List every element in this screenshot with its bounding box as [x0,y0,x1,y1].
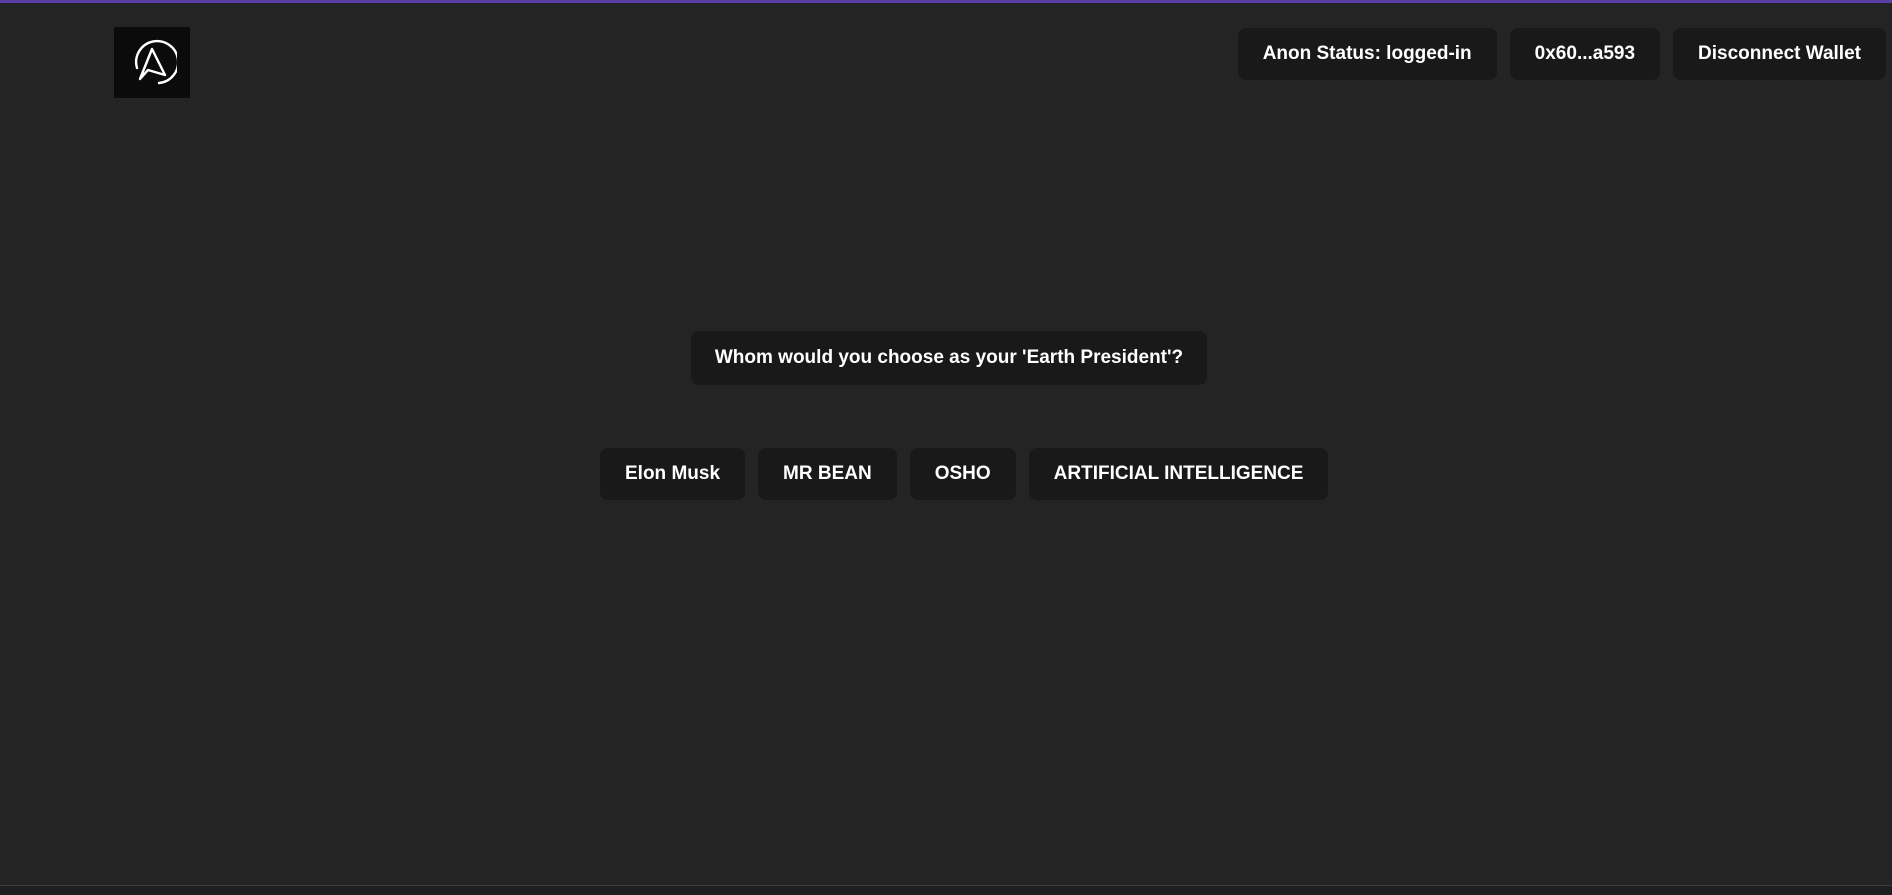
top-accent-bar [0,0,1892,3]
option-osho[interactable]: OSHO [909,448,1016,500]
wallet-address-button[interactable]: 0x60...a593 [1509,28,1661,80]
poll-question: Whom would you choose as your 'Earth Pre… [691,331,1207,385]
anon-status-badge[interactable]: Anon Status: logged-in [1237,28,1497,80]
disconnect-wallet-button[interactable]: Disconnect Wallet [1673,28,1886,80]
poll-options: Elon Musk MR BEAN OSHO ARTIFICIAL INTELL… [600,448,1329,500]
bottom-bar [0,885,1892,895]
anon-logo-icon [135,39,177,84]
option-elon-musk[interactable]: Elon Musk [600,448,746,500]
header-actions: Anon Status: logged-in 0x60...a593 Disco… [1237,28,1886,80]
option-mr-bean[interactable]: MR BEAN [758,448,897,500]
logo[interactable] [114,27,190,98]
option-artificial-intelligence[interactable]: ARTIFICIAL INTELLIGENCE [1028,448,1329,500]
